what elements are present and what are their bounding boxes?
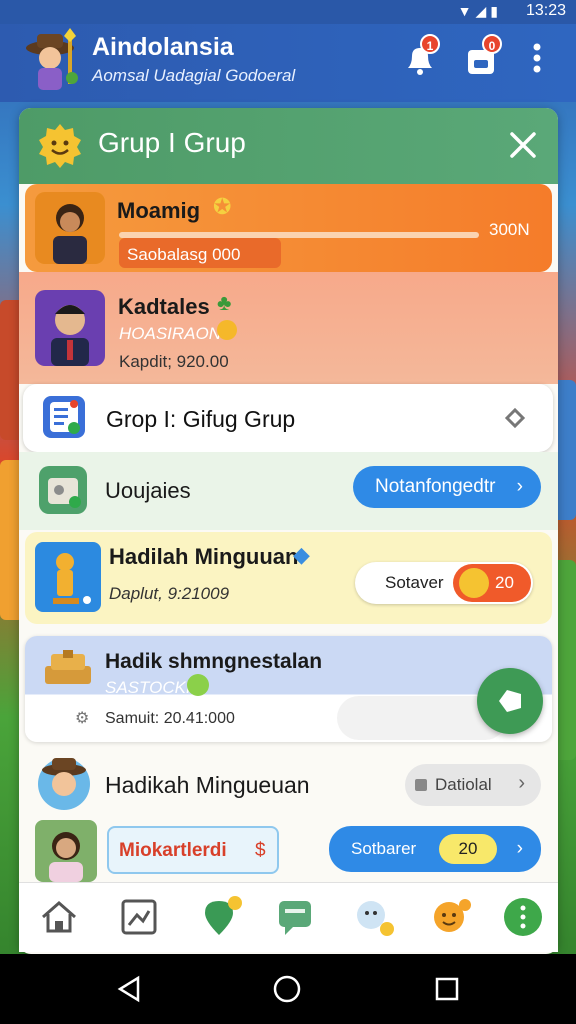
avatar — [35, 192, 105, 264]
list-item-kadtales[interactable]: Kadtales ♣ HOASIRAON Kapdit; 920.00 — [19, 272, 558, 384]
action-button-label: Sotbarer — [351, 839, 417, 858]
notification-badge: 1 — [420, 34, 440, 54]
action-button[interactable]: Datiolal › — [405, 764, 541, 806]
dollar-icon: $ — [255, 840, 266, 861]
chevron-right-icon: › — [516, 476, 523, 497]
item-name: Hadikah Mingueuan — [105, 772, 310, 798]
avatar — [35, 290, 105, 366]
chat-icon[interactable] — [273, 895, 317, 939]
panel-title: Grup I Grup — [98, 127, 246, 158]
list-item-hadilah[interactable]: Hadilah Minguuan ◆ Daplut, 9:21009 Sotav… — [25, 532, 552, 624]
person-avatar-icon — [35, 192, 105, 264]
item-value: 300N — [489, 220, 530, 239]
item-subtitle: HOASIRAON — [119, 324, 222, 343]
chevron-right-icon: › — [516, 838, 523, 859]
system-navigation-bar — [0, 954, 576, 1024]
inbox-badge: 0 — [482, 34, 502, 54]
list-item-hadikah[interactable]: Hadikah Mingueuan Datiolal › — [19, 748, 558, 818]
location-pin-icon[interactable] — [199, 895, 243, 939]
action-button-label: Notanfongedtr — [375, 476, 496, 497]
list-item-hadik[interactable]: Hadik shmngnestalan SASTOCKI ⚙ Samuit: 2… — [25, 636, 552, 742]
reward-count: 20 — [495, 573, 514, 592]
app-title: Aindolansia — [92, 33, 234, 61]
status-bar: ▼◢▮ 13:23 — [0, 0, 576, 24]
item-name: Miokartlerdi — [119, 840, 227, 861]
leaf-icon — [187, 674, 209, 696]
action-button[interactable]: Sotaver 20 — [355, 562, 533, 604]
item-name: Moamig — [117, 198, 201, 223]
progress-label: Saobalasg 000 — [127, 245, 241, 264]
person-avatar-icon — [35, 290, 105, 366]
item-detail: Daplut, 9:21009 — [109, 584, 230, 603]
list-item-moamig[interactable]: Moamig ✪ Saobalasg 000 300N — [25, 184, 552, 272]
item-name: Hadilah Minguuan — [109, 544, 299, 569]
diamond-icon: ◆ — [293, 542, 310, 567]
reward-count: 20 — [439, 834, 497, 864]
inbox-button[interactable]: 0 — [462, 34, 502, 78]
person-avatar-icon — [35, 820, 97, 882]
fab-button[interactable] — [477, 668, 543, 734]
panel-header: Grup I Grup — [19, 108, 558, 184]
reward-badge: 20 — [453, 564, 531, 602]
action-button[interactable]: Sotbarer 20 › — [329, 826, 541, 872]
mascot-logo-icon — [26, 28, 78, 90]
highlight-tag: Miokartlerdi $ — [107, 826, 279, 874]
more-menu-button[interactable] — [522, 38, 552, 78]
item-name: Uoujaies — [105, 478, 191, 503]
smiley-icon — [459, 568, 489, 598]
tag-icon — [504, 407, 526, 429]
treasure-stack-icon — [45, 650, 91, 684]
coin-icon — [217, 320, 237, 340]
more-menu-icon[interactable] — [501, 895, 545, 939]
more-vertical-icon — [533, 43, 541, 73]
list-item-miokart[interactable]: Miokartlerdi $ Sotbarer 20 › — [19, 818, 558, 884]
bottom-navigation — [19, 882, 558, 952]
item-name: Kadtales — [118, 294, 210, 319]
action-button-label: Sotaver — [385, 573, 444, 592]
app-subtitle: Aomsal Uadagial Godoeral — [92, 66, 296, 85]
checklist-icon — [43, 396, 85, 438]
trophy-figure-icon — [35, 542, 101, 612]
home-circle-icon[interactable] — [272, 974, 302, 1004]
gallery-icon[interactable] — [117, 895, 161, 939]
clover-icon: ♣ — [217, 290, 232, 315]
emoji-icon[interactable] — [429, 895, 473, 939]
item-detail: Samuit: 20.41:000 — [105, 710, 235, 727]
bubble-icon[interactable] — [353, 895, 397, 939]
group-panel: Grup I Grup Moamig ✪ Saobalasg 000 300N — [19, 108, 558, 954]
list-item-uoujaies[interactable]: Uoujaies Notanfongedtr › — [19, 452, 558, 530]
item-name: Hadik shmngnestalan — [105, 650, 323, 673]
status-time: 13:23 — [525, 2, 566, 19]
progress-bar: Saobalasg 000 — [119, 232, 479, 268]
send-icon — [499, 690, 521, 712]
notifications-button[interactable]: 1 — [400, 34, 440, 78]
app-header: Aindolansia Aomsal Uadagial Godoeral 1 0 — [0, 24, 576, 102]
star-icon: ✪ — [213, 194, 232, 219]
signal-icons: ▼◢▮ — [457, 3, 502, 19]
item-detail: Kapdit; 920.00 — [119, 352, 229, 371]
close-icon[interactable] — [504, 126, 542, 164]
item-name: Grop I: Gifug Grup — [106, 406, 296, 432]
person-avatar-icon — [38, 758, 90, 810]
smiley-badge-icon — [39, 124, 81, 168]
square-icon — [415, 779, 427, 791]
gift-box-icon — [39, 466, 87, 514]
back-icon[interactable] — [114, 974, 144, 1004]
action-button[interactable]: Notanfongedtr › — [353, 466, 541, 508]
list-item-group[interactable]: Grop I: Gifug Grup — [23, 384, 553, 452]
gear-icon: ⚙ — [75, 710, 90, 727]
home-icon[interactable] — [37, 895, 81, 939]
action-button-label: Datiolal — [435, 775, 492, 794]
item-subtitle: SASTOCKI — [105, 678, 191, 697]
recents-icon[interactable] — [432, 974, 462, 1004]
chevron-right-icon: › — [518, 772, 525, 794]
